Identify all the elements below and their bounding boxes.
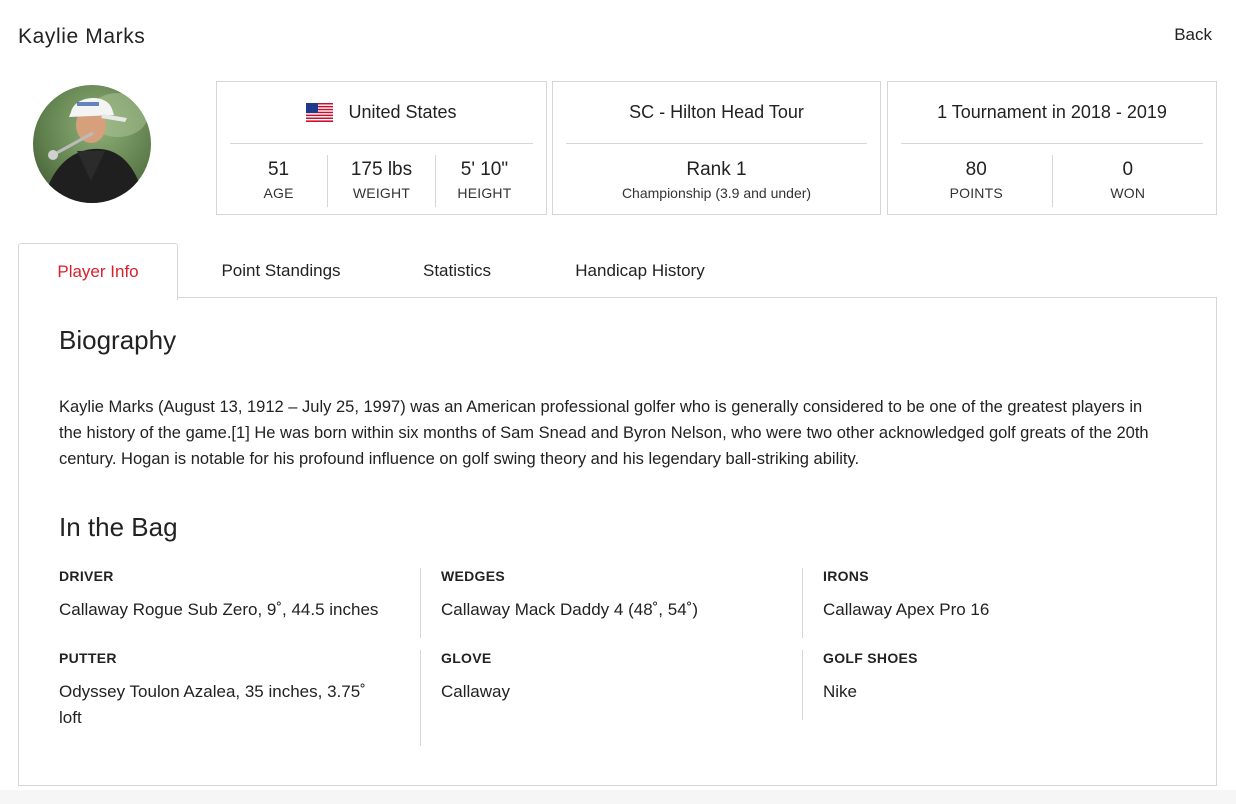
tournament-card: 1 Tournament in 2018 - 2019 80 POINTS 0 …: [887, 81, 1217, 215]
biography-heading: Biography: [59, 325, 177, 355]
bag-item-label: IRONS: [823, 568, 869, 584]
player-info-panel: Biography Kaylie Marks (August 13, 1912 …: [18, 297, 1217, 786]
player-avatar: [33, 85, 151, 203]
bag-item-label: PUTTER: [59, 650, 117, 666]
us-flag-icon: [306, 103, 334, 122]
bag-item-irons: IRONS Callaway Apex Pro 16: [823, 568, 1183, 623]
stat-value: 80: [965, 159, 987, 180]
bag-item-label: WEDGES: [441, 568, 506, 584]
stat-age: 51 AGE: [230, 155, 327, 207]
stat-label: HEIGHT: [457, 185, 512, 201]
bag-item-value: Nike: [823, 682, 858, 701]
stat-value: 175 lbs: [350, 159, 413, 180]
bag-item-wedges: WEDGES Callaway Mack Daddy 4 (48˚, 54˚): [441, 568, 801, 623]
player-name: Kaylie Marks: [18, 25, 146, 48]
stat-points: 80 POINTS: [901, 155, 1052, 207]
bag-heading: In the Bag: [59, 512, 178, 542]
tab-handicap-history[interactable]: Handicap History: [530, 243, 750, 299]
country-name: United States: [348, 102, 457, 122]
division-label: Championship (3.9 and under): [621, 185, 812, 201]
tour-name: SC - Hilton Head Tour: [566, 82, 867, 144]
bag-item-label: GOLF SHOES: [823, 650, 918, 666]
column-divider: [420, 568, 421, 638]
stat-value: 0: [1122, 159, 1134, 180]
page-footer-strip: [0, 790, 1236, 804]
column-divider: [802, 650, 803, 720]
bag-item-driver: DRIVER Callaway Rogue Sub Zero, 9˚, 44.5…: [59, 568, 419, 623]
tab-player-info[interactable]: Player Info: [18, 243, 178, 300]
bag-item-value: Callaway Apex Pro 16: [823, 600, 990, 619]
column-divider: [420, 650, 421, 746]
tab-statistics[interactable]: Statistics: [384, 243, 530, 299]
bag-item-glove: GLOVE Callaway: [441, 650, 801, 705]
bag-item-label: GLOVE: [441, 650, 492, 666]
bag-item-label: DRIVER: [59, 568, 114, 584]
stat-label: AGE: [263, 185, 294, 201]
tab-point-standings[interactable]: Point Standings: [178, 243, 384, 299]
stat-won: 0 WON: [1051, 155, 1204, 207]
stat-label: WON: [1110, 185, 1146, 201]
tab-bar: Player Info Point Standings Statistics H…: [18, 243, 750, 300]
bag-item-value: Callaway: [441, 682, 510, 701]
rank-value: Rank 1: [686, 159, 747, 180]
bag-item-golf-shoes: GOLF SHOES Nike: [823, 650, 1183, 705]
tour-card: SC - Hilton Head Tour Rank 1 Championshi…: [552, 81, 881, 215]
biography-text: Kaylie Marks (August 13, 1912 – July 25,…: [59, 398, 1149, 468]
stat-label: WEIGHT: [352, 185, 411, 201]
column-divider: [802, 568, 803, 638]
bag-item-value: Odyssey Toulon Azalea, 35 inches, 3.75˚ …: [59, 682, 366, 727]
stat-height: 5' 10" HEIGHT: [434, 155, 533, 207]
bag-item-value: Callaway Mack Daddy 4 (48˚, 54˚): [441, 600, 698, 619]
stat-value: 51: [267, 159, 290, 180]
tournament-title: 1 Tournament in 2018 - 2019: [901, 82, 1203, 144]
stat-label: POINTS: [949, 185, 1003, 201]
bag-item-value: Callaway Rogue Sub Zero, 9˚, 44.5 inches: [59, 600, 379, 619]
stat-weight: 175 lbs WEIGHT: [327, 155, 435, 207]
bag-item-putter: PUTTER Odyssey Toulon Azalea, 35 inches,…: [59, 650, 389, 731]
stat-value: 5' 10": [460, 159, 509, 180]
country-card: United States 51 AGE 175 lbs WEIGHT 5' 1…: [216, 81, 547, 215]
back-link[interactable]: Back: [1174, 25, 1212, 45]
country-row: United States: [230, 82, 533, 144]
